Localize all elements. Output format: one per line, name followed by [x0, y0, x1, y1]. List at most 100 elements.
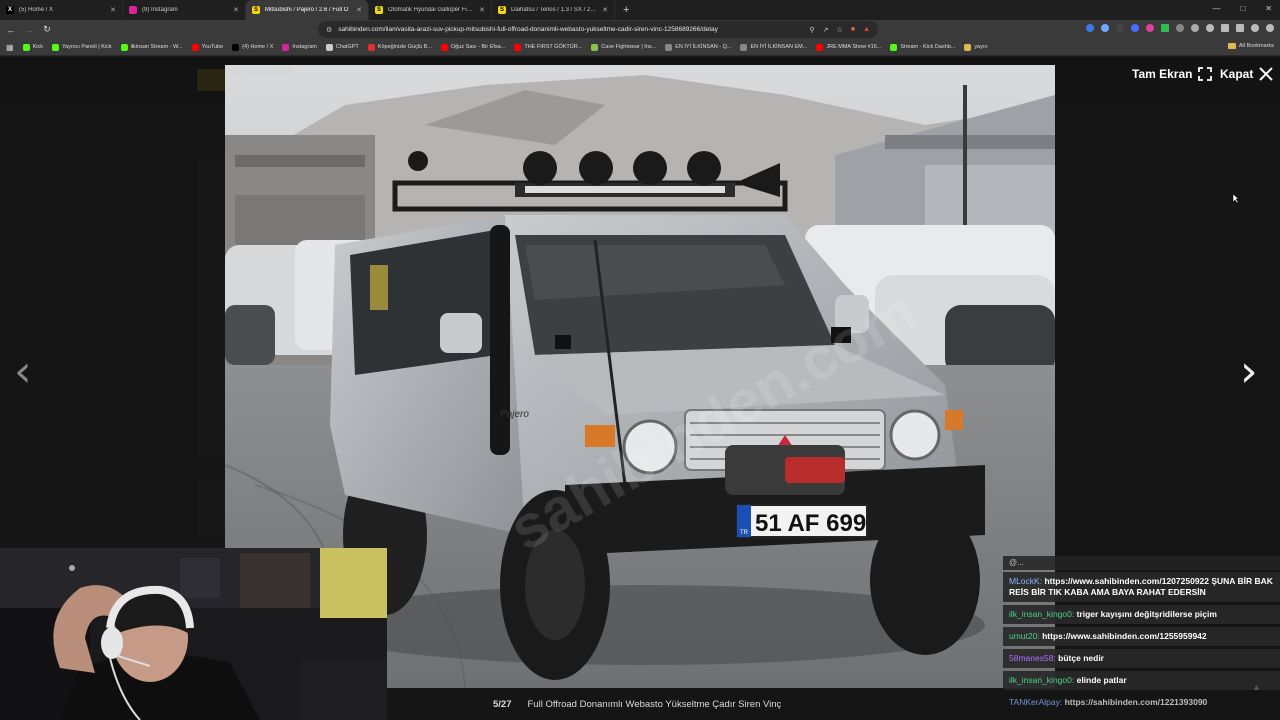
- chat-message: umut20: https://www.sahibinden.com/12559…: [1003, 627, 1280, 646]
- tab-close-icon[interactable]: ✕: [602, 6, 608, 14]
- tab-close-icon[interactable]: ✕: [479, 6, 485, 14]
- bookmark-item[interactable]: Instagram: [282, 43, 317, 51]
- bookmark-favicon-icon: [964, 43, 972, 51]
- minimize-icon[interactable]: —: [1212, 4, 1220, 13]
- bookmark-item[interactable]: EN İYİ İLKİNSAN - Q...: [665, 43, 732, 51]
- bookmark-favicon-icon: [816, 43, 824, 51]
- bookmark-label: (4) Home / X: [242, 44, 274, 50]
- next-image-arrow-icon[interactable]: ›: [1240, 350, 1258, 394]
- bookmark-favicon-icon: [740, 43, 748, 51]
- bookmark-label: THE FIRST GÖKTÜR...: [524, 44, 583, 50]
- all-bookmarks[interactable]: All Bookmarks: [1227, 43, 1274, 49]
- image-counter: 5/27: [493, 698, 512, 710]
- bookmark-item[interactable]: Stream - Kick Dashb...: [890, 43, 955, 51]
- extension-icon[interactable]: [1116, 24, 1124, 32]
- site-info-icon[interactable]: ⚙: [326, 26, 332, 34]
- share-icon[interactable]: ↗: [823, 26, 829, 34]
- previous-image-arrow-icon[interactable]: ‹: [14, 350, 32, 394]
- bookmark-favicon-icon: [232, 43, 240, 51]
- chat-username: ilk_insan_kingo0:: [1009, 609, 1075, 619]
- maximize-icon[interactable]: □: [1240, 4, 1245, 13]
- browser-tab[interactable]: S Mitsubishi / Pajero / 2.6 / Full O ✕: [246, 0, 369, 20]
- plate-country: TR: [740, 530, 749, 536]
- fullscreen-button[interactable]: Tam Ekran: [1132, 67, 1213, 81]
- chat-scroll-up-icon[interactable]: ▲: [1252, 682, 1261, 692]
- chat-message: ilk_insan_kingo0: elinde patlar: [1003, 671, 1280, 690]
- browser-tab[interactable]: (9) Instagram ✕: [123, 0, 246, 20]
- bookmark-item[interactable]: EN İYİ İLKİNSAN EM...: [740, 43, 808, 51]
- bookmark-item[interactable]: THE FIRST GÖKTÜR...: [514, 43, 583, 51]
- bookmark-favicon-icon: [665, 43, 673, 51]
- chat-text: https://sahibinden.com/1221393090: [1064, 697, 1208, 707]
- chat-username: MLockK:: [1009, 576, 1043, 586]
- tab-strip: X (5) Home / X ✕ (9) Instagram ✕ S Mitsubishi …: [0, 0, 1280, 20]
- extension-icon[interactable]: [1086, 24, 1094, 32]
- extension-icon[interactable]: [1161, 24, 1169, 32]
- extension-icon[interactable]: [1131, 24, 1139, 32]
- bookmark-favicon-icon: [120, 43, 128, 51]
- bookmark-label: yayın: [974, 44, 988, 50]
- tab-title: Mitsubishi / Pajero / 2.6 / Full O: [265, 7, 349, 13]
- warning-extension-icon[interactable]: ▲: [863, 26, 870, 34]
- tab-close-icon[interactable]: ✕: [233, 6, 239, 14]
- chat-message: 58manes58: bütçe nedir: [1003, 649, 1280, 668]
- close-button[interactable]: Kapat: [1220, 67, 1274, 81]
- tab-favicon-icon: S: [252, 6, 260, 14]
- close-label: Kapat: [1220, 67, 1254, 81]
- close-window-icon[interactable]: ✕: [1265, 4, 1272, 13]
- reload-icon[interactable]: ↻: [40, 24, 54, 35]
- zoom-icon[interactable]: ⚲: [810, 26, 815, 34]
- tab-close-icon[interactable]: ✕: [110, 6, 116, 14]
- bookmark-item[interactable]: Yayıncı Paneli | Kick: [51, 43, 112, 51]
- bookmark-item[interactable]: JRE MMA Show #16...: [816, 43, 882, 51]
- sidebar-icon[interactable]: [1221, 24, 1229, 32]
- tab-favicon-icon: S: [498, 6, 506, 14]
- tab-close-icon[interactable]: ✕: [356, 6, 362, 14]
- bookmark-label: JRE MMA Show #16...: [826, 44, 882, 50]
- bookmark-item[interactable]: Cave Fightwear | Ins...: [591, 43, 656, 51]
- window-controls: — □ ✕: [1212, 4, 1272, 13]
- bookmark-item[interactable]: ilkinsan Stream - W...: [120, 43, 183, 51]
- bookmark-item[interactable]: yayın: [964, 43, 988, 51]
- bookmark-item[interactable]: YouTube: [191, 43, 223, 51]
- license-plate: 51 AF 699: [755, 510, 866, 537]
- folder-icon: [1227, 43, 1236, 49]
- extension-icon[interactable]: [1176, 24, 1184, 32]
- tab-title: Daihatsu / Terios / 1.3 / SX / 2004 M: [511, 7, 597, 13]
- bookmark-label: Köpeğinizle Güçlü B...: [377, 44, 432, 50]
- split-view-icon[interactable]: [1236, 24, 1244, 32]
- bookmark-label: Kick: [32, 44, 43, 50]
- browser-tab[interactable]: S Daihatsu / Terios / 1.3 / SX / 2004 M ✕: [492, 0, 615, 20]
- bookmark-item[interactable]: Köpeğinizle Güçlü B...: [367, 43, 432, 51]
- menu-icon[interactable]: [1266, 24, 1274, 32]
- new-tab-button[interactable]: +: [615, 4, 637, 16]
- shield-extension-icon[interactable]: ■: [851, 26, 855, 34]
- browser-tab[interactable]: X (5) Home / X ✕: [0, 0, 123, 20]
- chat-username: ilk_insan_kingo0:: [1009, 675, 1075, 685]
- bookmark-label: ChatGPT: [335, 44, 359, 50]
- webcam-overlay: [0, 548, 387, 720]
- extension-icon[interactable]: [1146, 24, 1154, 32]
- browser-tab[interactable]: S Otomatik Hyundai Galloper Fiyatları ✕: [369, 0, 492, 20]
- apps-grid-icon[interactable]: ▦: [6, 43, 14, 52]
- media-icon[interactable]: [1206, 24, 1214, 32]
- bookmark-label: EN İYİ İLKİNSAN EM...: [750, 44, 808, 50]
- bookmark-star-icon[interactable]: ☆: [837, 26, 843, 34]
- address-bar[interactable]: ⚙ sahibinden.com/ilan/vasita-arazi-suv-p…: [318, 21, 878, 38]
- bookmark-item[interactable]: ChatGPT: [325, 43, 359, 51]
- extension-icon[interactable]: [1101, 24, 1109, 32]
- extension-icon[interactable]: [1191, 24, 1199, 32]
- chat-message: ilk_insan_kingo0: triger kayışını değitş…: [1003, 605, 1280, 624]
- forward-icon[interactable]: →: [22, 25, 36, 35]
- bookmark-item[interactable]: Kick: [22, 43, 43, 51]
- bookmark-item[interactable]: (4) Home / X: [232, 43, 274, 51]
- bookmark-label: EN İYİ İLKİNSAN - Q...: [675, 44, 732, 50]
- puzzle-icon[interactable]: [1251, 24, 1259, 32]
- chat-text: elinde patlar: [1076, 675, 1127, 685]
- back-icon[interactable]: ←: [4, 25, 18, 35]
- bookmark-item[interactable]: Oğuz Sası - Bir Efsa...: [440, 43, 505, 51]
- address-url[interactable]: sahibinden.com/ilan/vasita-arazi-suv-pic…: [338, 26, 803, 33]
- bookmark-favicon-icon: [282, 43, 290, 51]
- bookmark-favicon-icon: [325, 43, 333, 51]
- tab-title: (9) Instagram: [142, 7, 178, 13]
